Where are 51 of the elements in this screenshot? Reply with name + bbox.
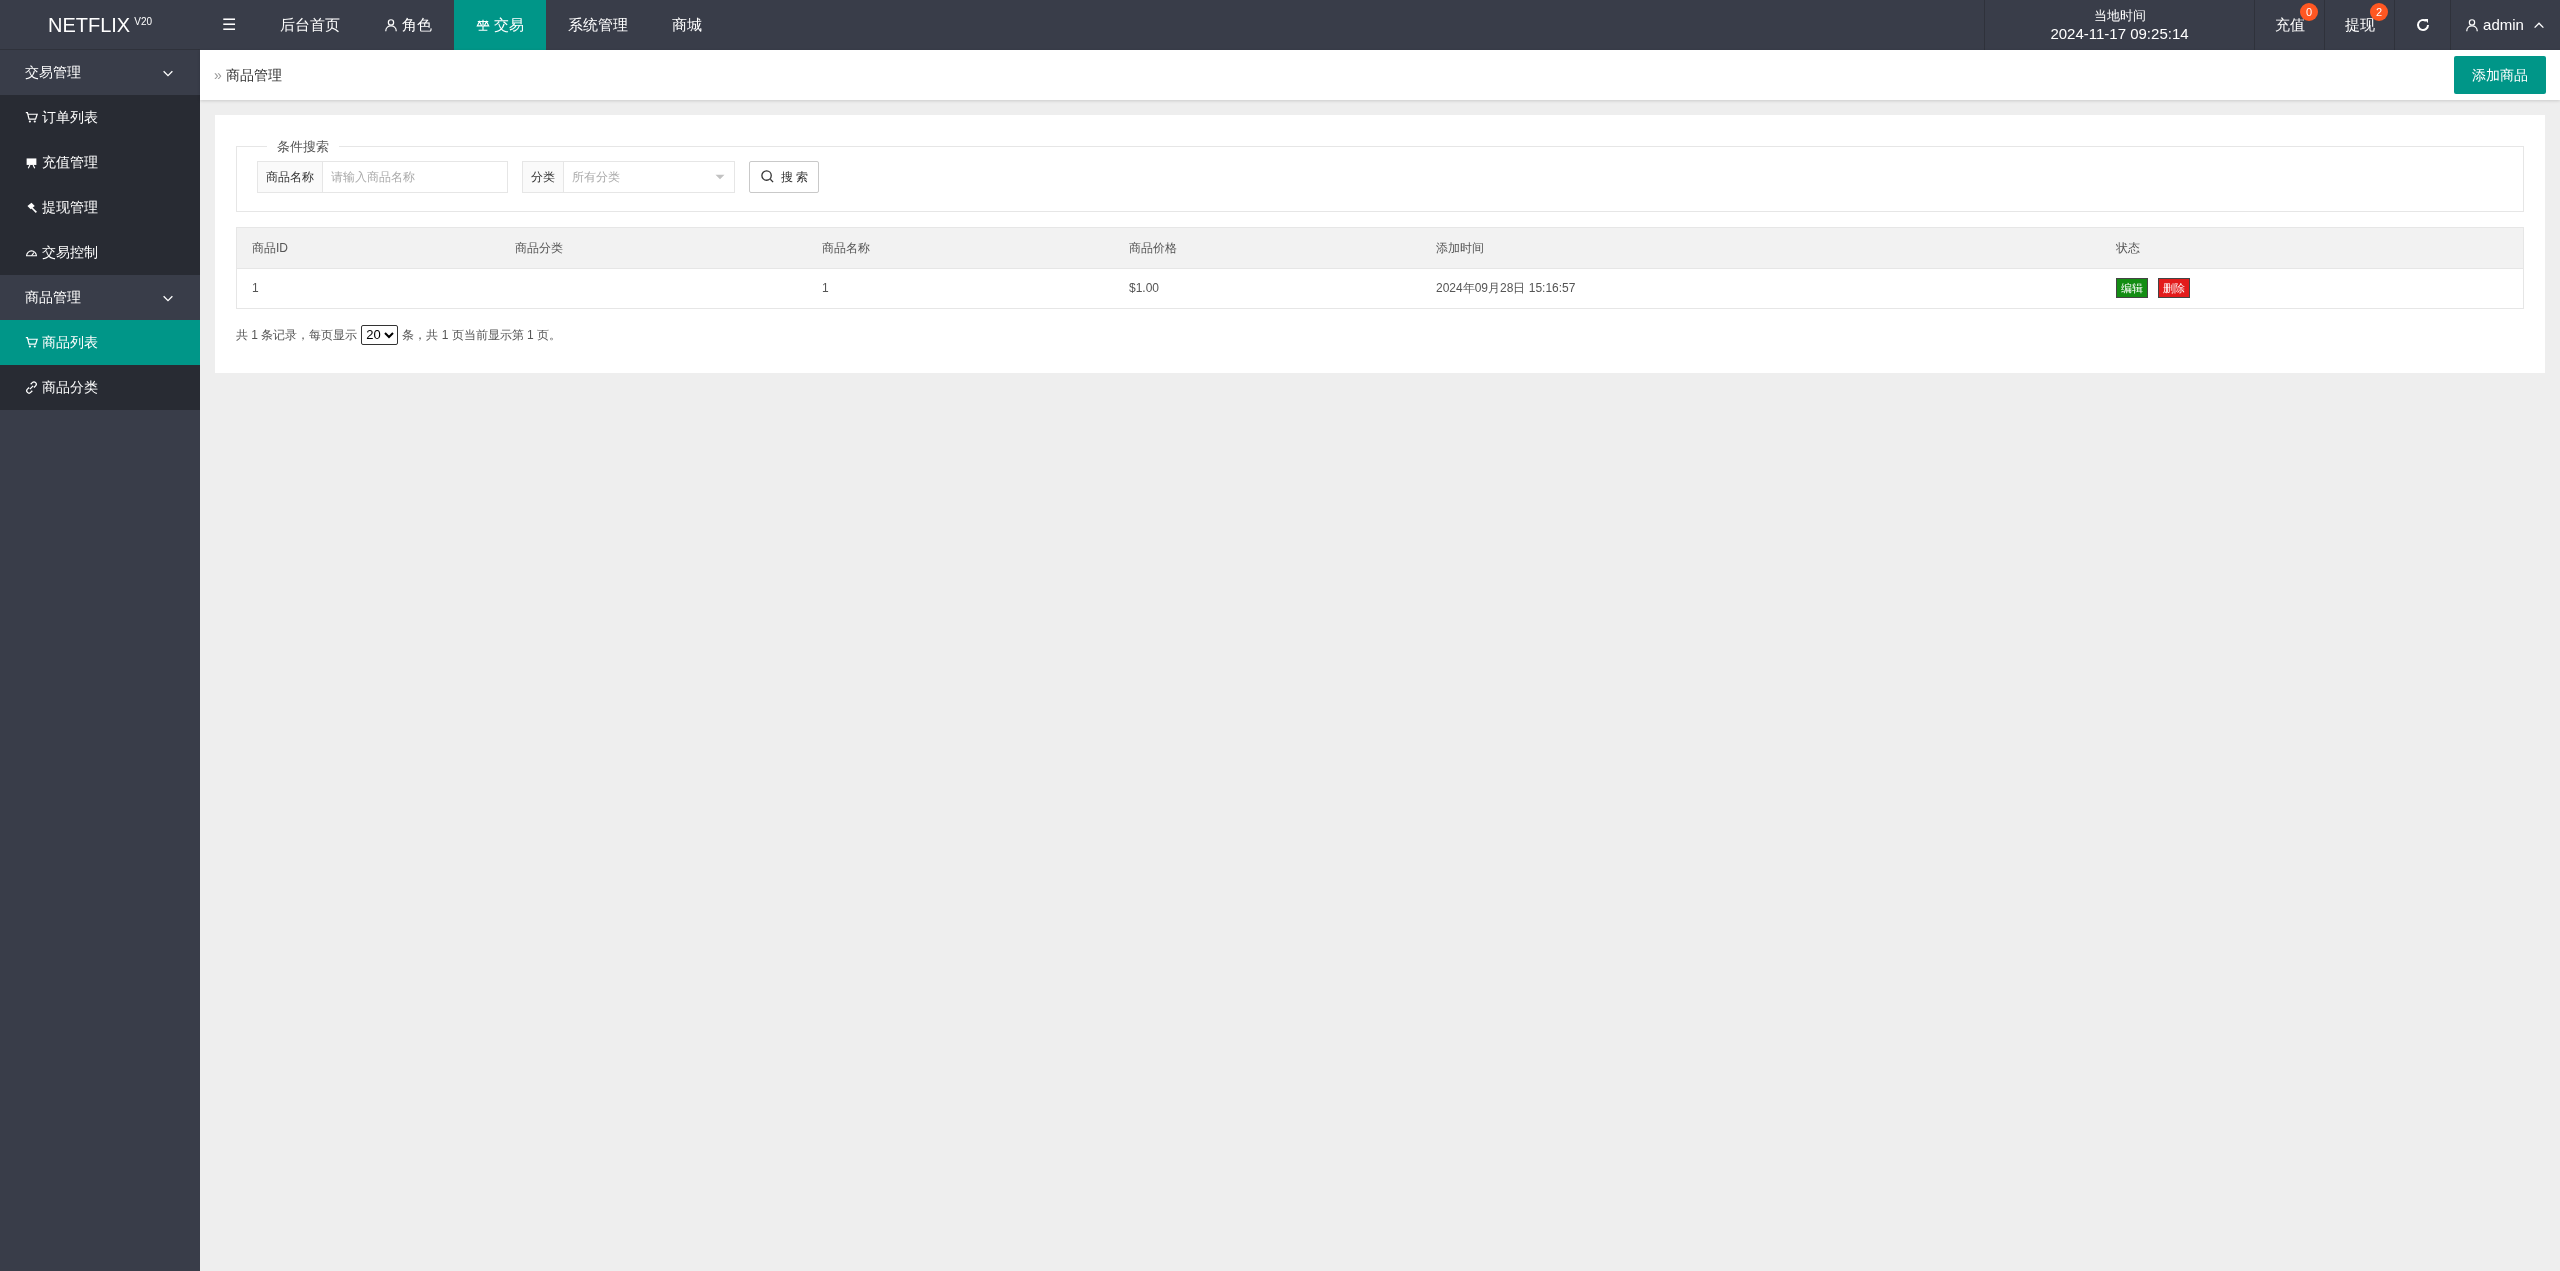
page-size-select[interactable]: 20 [361, 324, 399, 345]
edit-button[interactable]: 编辑 [2116, 278, 2148, 298]
clock-label: 当地时间 [2093, 7, 2146, 25]
column-header: 添加时间 [1435, 239, 1485, 257]
refresh-icon [2414, 17, 2431, 33]
table-cell-text: $1.00 [1128, 280, 1161, 297]
nav-tab[interactable]: 角色 [362, 0, 454, 50]
search-icon [760, 169, 775, 184]
breadcrumb-separator: » [214, 65, 222, 85]
sidebar-item[interactable]: 商品分类 [0, 365, 200, 410]
search-button[interactable]: 搜 索 [749, 160, 820, 193]
sidebar-item[interactable]: 订单列表 [0, 95, 200, 140]
sidebar-item[interactable]: 充值管理 [0, 140, 200, 185]
table-cell-text: 2024年09月28日 15:16:57 [1435, 280, 1577, 297]
pagination-text: 条，共 1 页当前显示第 1 页。 [402, 326, 562, 344]
sidebar-item[interactable]: 商品列表 [0, 320, 200, 365]
nav-tab[interactable]: 系统管理 [546, 0, 650, 50]
column-header: 商品ID [251, 239, 289, 257]
clock-time: 2024-11-17 09:25:14 [2050, 25, 2189, 43]
breadcrumb-current: 商品管理 [225, 65, 282, 85]
column-header: 商品分类 [514, 239, 564, 257]
select-placeholder: 所有分类 [572, 168, 620, 186]
logo-text: NETFLIX [47, 12, 131, 38]
user-icon [384, 18, 398, 32]
nav-tab[interactable]: 商城 [650, 0, 724, 50]
category-select[interactable]: 分类 所有分类 [522, 160, 735, 193]
menu-button[interactable]: ☰ [200, 0, 258, 50]
fieldset-legend: 条件搜索 [267, 137, 339, 157]
pagination-text: 共 1 条记录，每页显示 [236, 326, 358, 344]
cart-icon [25, 111, 38, 124]
sidebar-item[interactable]: 提现管理 [0, 185, 200, 230]
table-cell-text: 1 [821, 280, 830, 297]
sidebar-item[interactable]: 交易控制 [0, 230, 200, 275]
column-header: 状态 [2115, 239, 2141, 257]
nav-tab[interactable]: 交易 [454, 0, 546, 50]
nav-tab[interactable]: 后台首页 [258, 0, 362, 50]
cart-icon [25, 336, 38, 349]
column-header: 商品价格 [1128, 239, 1178, 257]
column-header: 商品名称 [821, 239, 871, 257]
hammer-icon [25, 201, 38, 214]
name-search-field[interactable]: 请输入商品名称 [323, 160, 508, 193]
field-label: 分类 [523, 161, 564, 192]
user-icon [2465, 18, 2480, 32]
board-icon [25, 156, 38, 169]
table-cell-text: 1 [251, 280, 260, 297]
add-product-button[interactable]: 添加商品 [2454, 56, 2546, 94]
delete-button[interactable]: 删除 [2158, 278, 2190, 298]
scale-icon [476, 18, 490, 32]
version-label: V20 [134, 15, 152, 29]
link-icon [25, 381, 38, 394]
field-label: 商品名称 [257, 160, 323, 193]
